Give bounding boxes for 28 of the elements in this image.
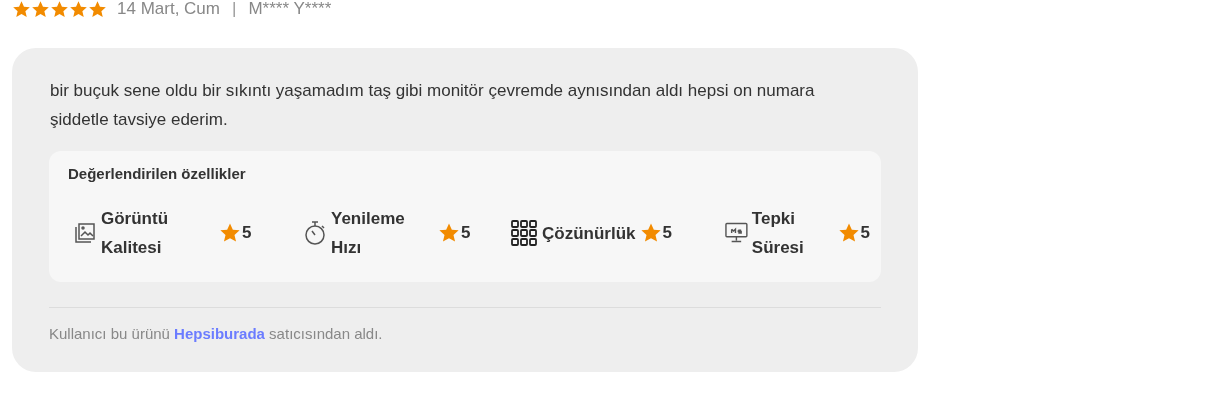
feature-name: Görüntü Kalitesi — [101, 208, 170, 259]
feature-rating: 5 — [242, 223, 252, 243]
star-icon — [12, 0, 31, 19]
review-date: 14 Mart, Cum — [117, 0, 220, 19]
star-icon — [837, 222, 860, 244]
review-text: bir buçuk sene oldu bir sıkıntı yaşamadım taş gibi monitör çevremde aynısından aldı hepsi on numara şiddetle tavsiye ederim. — [50, 80, 816, 131]
feature-rating: 5 — [860, 223, 870, 243]
purchase-note: Kullanıcı bu ürünü Hepsiburada satıcısından aldı. — [49, 325, 384, 342]
star-icon — [88, 0, 107, 19]
star-icon — [69, 0, 88, 19]
star-icon — [639, 222, 662, 244]
seller-link[interactable]: Hepsiburada — [174, 325, 265, 342]
star-icon — [219, 222, 241, 244]
feature-rating: 5 — [662, 223, 672, 243]
separator: | — [231, 0, 238, 19]
star-icon — [438, 222, 460, 244]
feature-rating: 5 — [461, 223, 471, 243]
grid-icon — [510, 219, 538, 247]
author-name: M**** Y**** — [248, 0, 332, 19]
star-icon — [31, 0, 50, 19]
image-icon — [73, 221, 97, 245]
features-title: Değerlendirilen özellikler — [68, 165, 247, 182]
feature-name: Tepki Süresi — [751, 208, 805, 259]
feature-name: Yenileme Hızı — [331, 208, 406, 259]
stopwatch-icon — [303, 220, 327, 246]
monitor-icon — [725, 222, 748, 244]
feature-name: Çözünürlük — [542, 222, 636, 245]
star-icon — [50, 0, 69, 19]
